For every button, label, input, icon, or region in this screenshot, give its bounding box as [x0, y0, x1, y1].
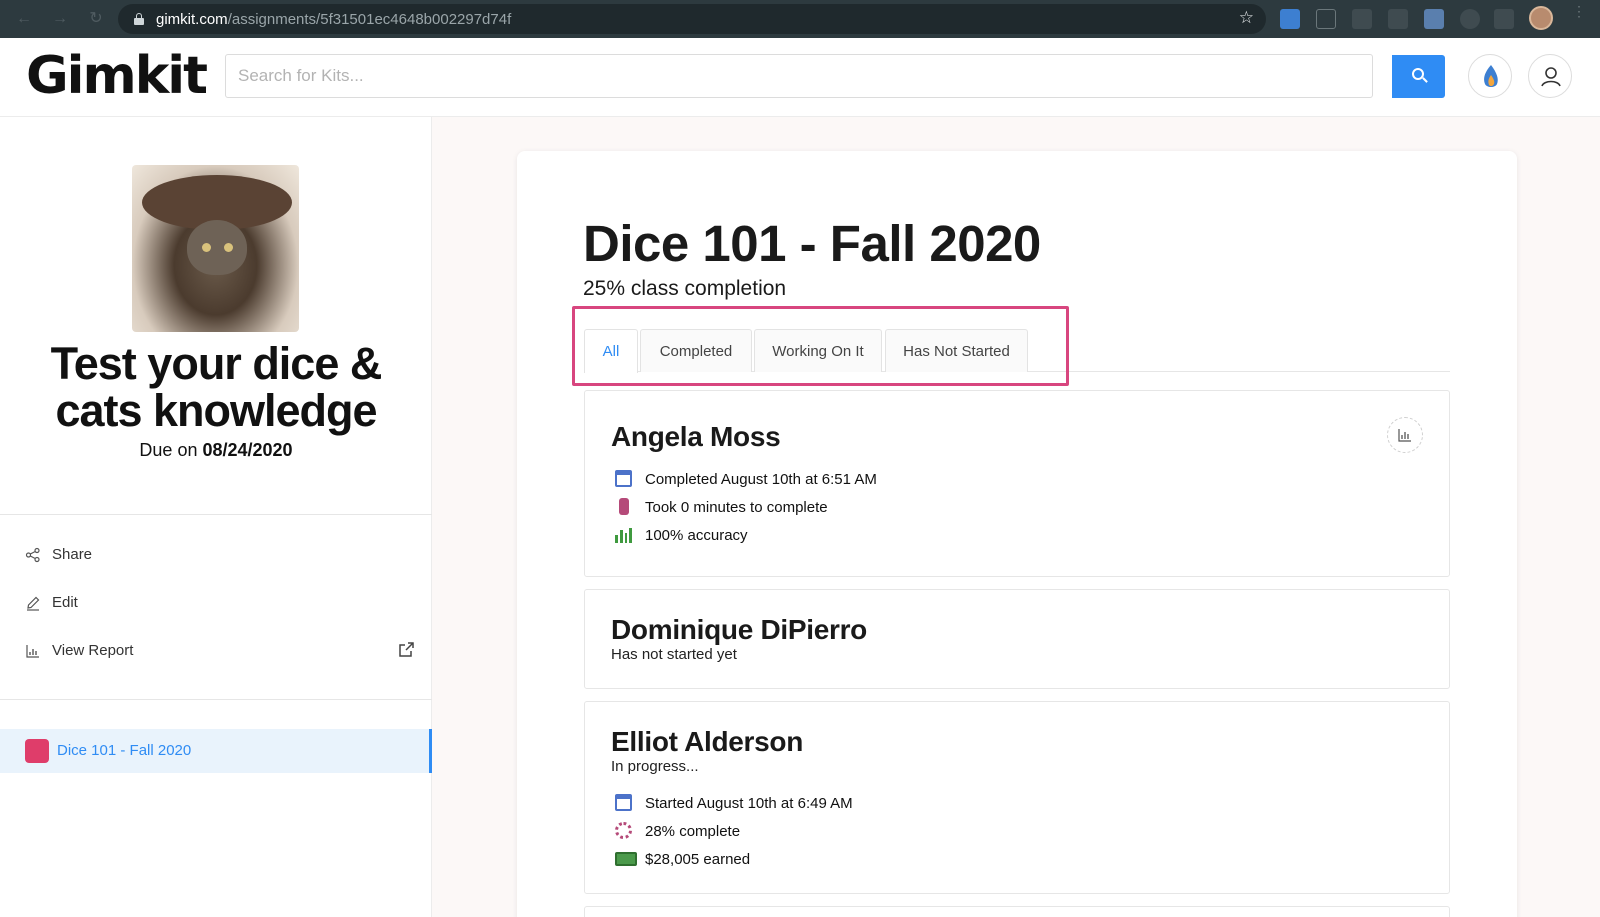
kit-cover-image [132, 165, 299, 332]
kit-title: Test your dice & cats knowledge [50, 338, 383, 436]
student-status: Has not started yet [611, 646, 737, 663]
student-status: In progress... [611, 758, 699, 775]
forward-icon[interactable]: → [50, 9, 70, 29]
class-item-dice-101[interactable]: Dice 101 - Fall 2020 [0, 729, 432, 773]
extension-icon[interactable] [1352, 9, 1372, 29]
reload-icon[interactable]: ↻ [86, 9, 106, 29]
back-icon[interactable]: ← [14, 9, 34, 29]
class-completion: 25% class completion [583, 277, 787, 300]
divider [0, 699, 432, 700]
chart-icon [1398, 429, 1411, 442]
extension-icon[interactable] [1316, 9, 1336, 29]
calendar-icon [615, 794, 632, 811]
due-date: Due on 08/24/2020 [139, 440, 293, 460]
sidebar: Test your dice & cats knowledge Due on 0… [0, 117, 432, 917]
gimkit-logo[interactable]: Gimkit [26, 46, 208, 106]
chart-icon [25, 643, 41, 659]
extension-icon[interactable] [1280, 9, 1300, 29]
puzzle-icon[interactable] [1494, 9, 1514, 29]
search-input[interactable] [225, 54, 1373, 98]
account-button[interactable] [1528, 54, 1572, 98]
divider [0, 514, 432, 515]
flame-icon [1484, 65, 1498, 87]
external-link-icon[interactable] [398, 641, 415, 663]
view-report-link[interactable]: View Report [25, 640, 415, 664]
stopwatch-icon [619, 498, 629, 515]
calendar-icon [615, 470, 632, 487]
dropbox-icon[interactable] [1388, 9, 1408, 29]
student-card: Angela Moss Completed August 10th at 6:5… [584, 390, 1450, 577]
browser-chrome: ← → ↻ gimkit.com/assignments/5f31501ec46… [0, 0, 1600, 38]
progress-spinner-icon [615, 822, 632, 839]
student-card: Dominique DiPierro Has not started yet [584, 589, 1450, 689]
tabs-highlight-box [572, 306, 1069, 386]
student-report-button[interactable] [1387, 417, 1423, 453]
profile-avatar[interactable] [1529, 6, 1553, 30]
gimkit-pro-button[interactable] [1468, 54, 1512, 98]
bar-chart-icon [615, 526, 632, 543]
extension-icon[interactable] [1460, 9, 1480, 29]
search-button[interactable] [1392, 55, 1445, 98]
menu-dots-icon[interactable]: ⋮ [1572, 4, 1586, 18]
app-header: Gimkit [0, 38, 1600, 117]
edit-link[interactable]: Edit [25, 592, 415, 616]
student-name: Angela Moss [611, 421, 781, 452]
class-color-swatch [25, 739, 49, 763]
bookmark-star-icon[interactable]: ☆ [1239, 8, 1254, 28]
address-bar[interactable]: gimkit.com/assignments/5f31501ec4648b002… [118, 4, 1266, 34]
student-card: Elliot Alderson In progress... Started A… [584, 701, 1450, 894]
student-name: Elliot Alderson [611, 726, 804, 757]
lock-icon [134, 13, 144, 25]
share-link[interactable]: Share [25, 544, 415, 568]
url-text[interactable]: gimkit.com/assignments/5f31501ec4648b002… [156, 11, 511, 28]
student-name: Dominique DiPierro [611, 614, 867, 645]
pencil-icon [25, 595, 41, 611]
page-title: Dice 101 - Fall 2020 [583, 215, 1041, 272]
cash-icon [615, 852, 637, 866]
student-card [584, 906, 1450, 917]
extension-icon[interactable] [1424, 9, 1444, 29]
user-icon [1541, 67, 1561, 87]
share-icon [25, 547, 41, 563]
